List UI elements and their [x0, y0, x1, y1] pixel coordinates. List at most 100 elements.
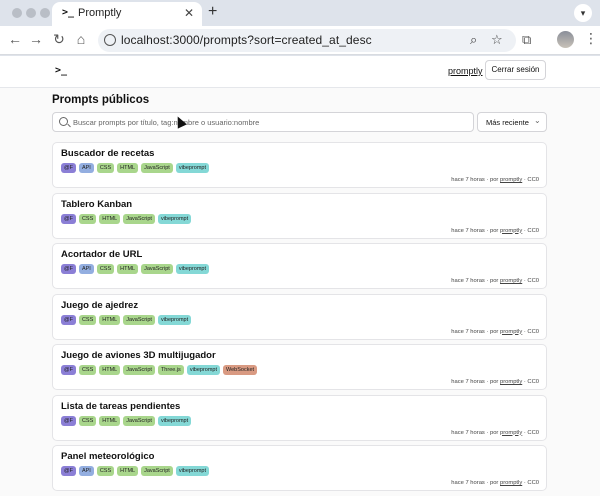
site-info-icon[interactable] [104, 34, 116, 46]
tag-badge[interactable]: JavaScript [123, 415, 155, 426]
tag-badge[interactable]: vibeprompt [175, 163, 210, 173]
tag-badge[interactable]: CSS [78, 314, 97, 325]
tag-badge[interactable]: HTML [117, 163, 139, 173]
browser-tab[interactable]: >_ Promptly ✕ [52, 2, 202, 26]
extensions-icon[interactable]: ⧉ [522, 32, 531, 48]
prompt-by: por [489, 429, 499, 436]
prompt-card[interactable]: Tablero Kanban @F CSS HTML JavaScript vibepro… [52, 192, 547, 239]
close-window-button[interactable] [12, 8, 22, 18]
prompt-card[interactable]: Panel meteorológico @F API CSS HTML JavaScrip… [52, 445, 547, 491]
tag-badge[interactable]: vibeprompt [157, 415, 192, 426]
tag-badge[interactable]: Three.js [157, 365, 184, 375]
tag-badge[interactable]: API [78, 264, 94, 274]
prompt-author-link[interactable]: promptly [500, 430, 522, 436]
tag-badge[interactable]: HTML [117, 264, 139, 274]
tag-badge[interactable]: WebSocket [223, 365, 258, 375]
prompt-author-link[interactable]: promptly [500, 379, 522, 385]
prompt-by: por [489, 480, 499, 486]
prompt-author-link[interactable]: promptly [500, 177, 522, 183]
tag-badge[interactable]: CSS [78, 365, 97, 375]
tag-badge[interactable]: @F [61, 264, 76, 274]
tag-badge[interactable]: HTML [99, 213, 121, 224]
browser-toolbar: ← → ↻ ⌂ localhost:3000/prompts?sort=crea… [0, 26, 600, 55]
prompt-title[interactable]: Acortador de URL [61, 249, 142, 260]
tag-badge[interactable]: CSS [96, 466, 115, 476]
search-input[interactable] [73, 115, 468, 129]
tag-badge[interactable]: JavaScript [141, 264, 173, 274]
browser-menu-icon[interactable]: ⋮ [584, 30, 598, 47]
home-icon[interactable]: ⌂ [72, 31, 90, 47]
tag-badge[interactable]: CSS [78, 213, 97, 224]
tag-badge[interactable]: vibeprompt [157, 213, 192, 224]
tag-badge[interactable]: JavaScript [123, 314, 155, 325]
prompt-author-link[interactable]: promptly [500, 480, 522, 486]
tag-badge[interactable]: @F [61, 163, 76, 173]
address-bar[interactable]: localhost:3000/prompts?sort=created_at_d… [98, 29, 516, 52]
tag-badge[interactable]: HTML [99, 365, 121, 375]
tag-badge[interactable]: HTML [99, 314, 121, 325]
prompt-author-link[interactable]: promptly [500, 278, 522, 284]
prompt-time: hace 7 horas [451, 429, 485, 436]
tag-badge[interactable]: JavaScript [123, 365, 155, 375]
tab-close-icon[interactable]: ✕ [184, 6, 194, 20]
forward-arrow-icon[interactable]: → [27, 31, 45, 47]
prompt-title[interactable]: Tablero Kanban [61, 199, 132, 210]
prompt-card[interactable]: Juego de ajedrez @F CSS HTML JavaScript vibep… [52, 293, 547, 340]
prompt-card[interactable]: Lista de tareas pendientes @F CSS HTML JavaS… [52, 394, 547, 441]
prompt-card[interactable]: Buscador de recetas @F API CSS HTML JavaScrip… [52, 142, 547, 188]
sort-select[interactable]: Más reciente ⌄ [477, 112, 547, 132]
back-arrow-icon[interactable]: ← [6, 31, 24, 47]
tag-badge[interactable]: HTML [99, 415, 121, 426]
prompt-list: Buscador de recetas @F API CSS HTML JavaScrip… [52, 142, 547, 496]
reload-icon[interactable]: ↻ [50, 31, 68, 48]
user-link[interactable]: promptly [448, 66, 483, 76]
url-text[interactable]: localhost:3000/prompts?sort=created_at_d… [121, 33, 372, 47]
tag-badge[interactable]: API [78, 163, 94, 173]
prompt-title[interactable]: Juego de ajedrez [61, 300, 138, 311]
logout-button[interactable]: Cerrar sesión [485, 60, 546, 80]
tag-badge[interactable]: vibeprompt [175, 264, 210, 274]
tag-badge[interactable]: HTML [117, 466, 139, 476]
tag-list: @F CSS HTML JavaScript vibeprompt [61, 213, 192, 224]
tag-badge[interactable]: CSS [78, 415, 97, 426]
prompt-title[interactable]: Panel meteorológico [61, 451, 154, 462]
tab-favicon-icon: >_ [62, 7, 75, 18]
tab-search-chevron-icon[interactable]: ▾ [574, 4, 592, 22]
tag-badge[interactable]: vibeprompt [186, 365, 221, 375]
prompt-title[interactable]: Juego de aviones 3D multijugador [61, 350, 216, 361]
prompt-author-link[interactable]: promptly [500, 329, 522, 335]
chevron-down-icon: ⌄ [534, 116, 541, 125]
tag-badge[interactable]: vibeprompt [157, 314, 192, 325]
new-tab-icon[interactable]: + [208, 3, 217, 21]
prompt-title[interactable]: Lista de tareas pendientes [61, 401, 180, 412]
prompt-card[interactable]: Juego de aviones 3D multijugador @F CSS HTM… [52, 344, 547, 390]
prompt-author-link[interactable]: promptly [500, 228, 522, 234]
tag-badge[interactable]: CSS [96, 163, 115, 173]
tag-badge[interactable]: API [78, 466, 94, 476]
site-logo[interactable]: >_ [55, 65, 67, 76]
tag-badge[interactable]: @F [61, 466, 76, 476]
maximize-window-button[interactable] [40, 8, 50, 18]
page-title: Prompts públicos [52, 94, 150, 106]
sort-label: Más reciente [486, 118, 529, 127]
tag-badge[interactable]: JavaScript [123, 213, 155, 224]
tag-badge[interactable]: vibeprompt [175, 466, 210, 476]
tag-badge[interactable]: @F [61, 415, 76, 426]
prompt-time: hace 7 horas [451, 379, 485, 385]
browser-tabstrip: >_ Promptly ✕ + ▾ [0, 0, 600, 26]
tag-badge[interactable]: @F [61, 314, 76, 325]
prompt-title[interactable]: Buscador de recetas [61, 148, 154, 159]
tag-badge[interactable]: @F [61, 213, 76, 224]
search-box[interactable] [52, 112, 474, 132]
prompt-by: por [489, 278, 499, 284]
tag-badge[interactable]: JavaScript [141, 163, 173, 173]
zoom-icon[interactable]: ⌕ [470, 32, 477, 48]
profile-avatar[interactable] [557, 31, 574, 48]
tag-badge[interactable]: CSS [96, 264, 115, 274]
prompt-time: hace 7 horas [451, 480, 485, 486]
bookmark-star-icon[interactable]: ☆ [491, 32, 503, 48]
tag-badge[interactable]: JavaScript [141, 466, 173, 476]
tag-badge[interactable]: @F [61, 365, 76, 375]
minimize-window-button[interactable] [26, 8, 36, 18]
prompt-card[interactable]: Acortador de URL @F API CSS HTML JavaScript vi… [52, 243, 547, 289]
